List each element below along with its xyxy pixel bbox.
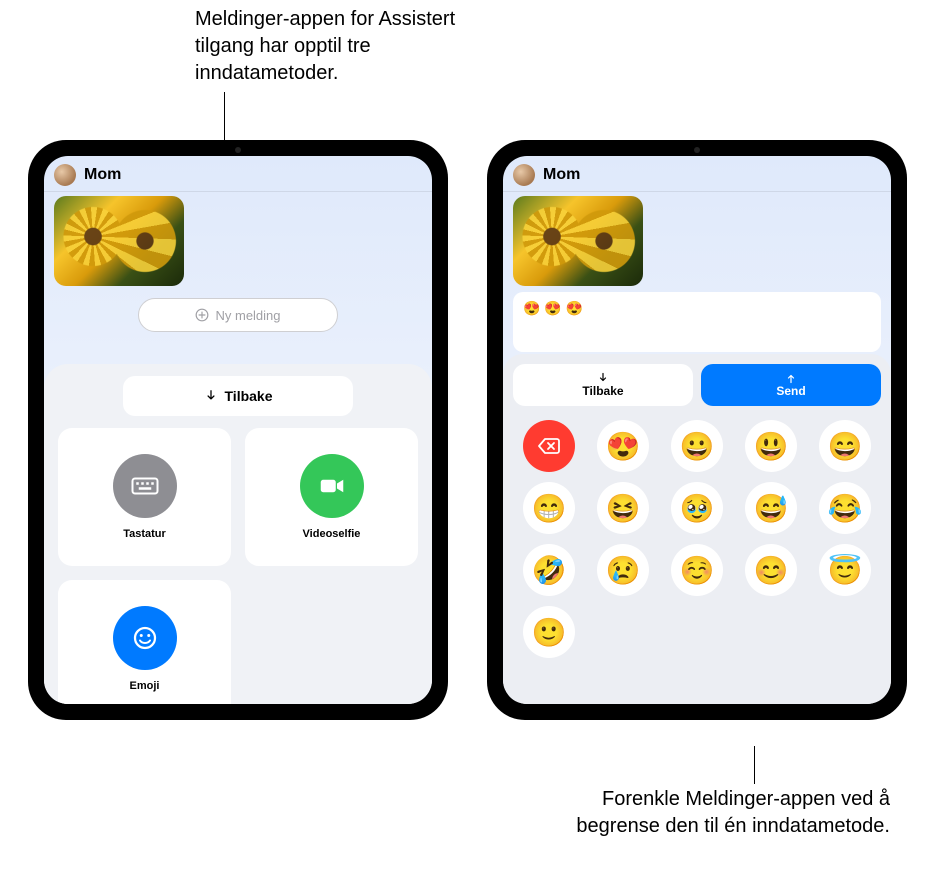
emoji-key[interactable]: 😃 <box>745 420 797 472</box>
send-label: Send <box>776 384 805 398</box>
ipad-left: Mom Ny melding Tilbake Tastatur <box>28 140 448 720</box>
emoji-key[interactable]: 😢 <box>597 544 649 596</box>
arrow-up-icon <box>785 372 797 384</box>
back-label: Tilbake <box>225 388 273 404</box>
callout-line-bottom <box>754 746 755 784</box>
avatar <box>513 164 535 186</box>
keyboard-label: Tastatur <box>123 528 166 540</box>
emoji-label: Emoji <box>130 680 160 692</box>
received-image-message[interactable] <box>54 196 184 286</box>
keyboard-input-card[interactable]: Tastatur <box>58 428 231 566</box>
screen-left: Mom Ny melding Tilbake Tastatur <box>44 156 432 704</box>
emoji-keyboard-panel: Tilbake Send 😍 😀 😃 😄 😁 😆 🥹 😅 <box>503 354 891 704</box>
emoji-key[interactable]: 😁 <box>523 482 575 534</box>
emoji-key[interactable]: 😂 <box>819 482 871 534</box>
back-button[interactable]: Tilbake <box>513 364 693 406</box>
ipad-right: Mom 😍 😍 😍 Tilbake Send 😍 <box>487 140 907 720</box>
emoji-key[interactable]: 😇 <box>819 544 871 596</box>
new-message-label: Ny melding <box>215 308 280 323</box>
callout-bottom: Forenkle Meldinger-appen ved å begrense … <box>550 786 890 840</box>
avatar <box>54 164 76 186</box>
arrow-down-icon <box>204 389 218 403</box>
emoji-key[interactable]: ☺️ <box>671 544 723 596</box>
emoji-key[interactable]: 🙂 <box>523 606 575 658</box>
video-icon <box>300 454 364 518</box>
input-method-grid: Tastatur Videoselfie Emoji <box>58 428 418 704</box>
input-panel: Tilbake Tastatur Videoselfie <box>44 364 432 704</box>
video-selfie-input-card[interactable]: Videoselfie <box>245 428 418 566</box>
delete-button[interactable] <box>523 420 575 472</box>
emoji-key[interactable]: 🥹 <box>671 482 723 534</box>
arrow-down-icon <box>597 372 609 384</box>
video-selfie-label: Videoselfie <box>303 528 361 540</box>
control-row: Tilbake Send <box>503 364 891 406</box>
emoji-icon <box>113 606 177 670</box>
emoji-key[interactable]: 😀 <box>671 420 723 472</box>
contact-name: Mom <box>84 166 121 184</box>
conversation-header: Mom <box>44 156 432 192</box>
plus-bubble-icon <box>195 308 209 322</box>
emoji-key[interactable]: 😅 <box>745 482 797 534</box>
compose-input[interactable]: 😍 😍 😍 <box>513 292 881 352</box>
callout-top: Meldinger-appen for Assistert tilgang ha… <box>195 6 515 87</box>
screen-right: Mom 😍 😍 😍 Tilbake Send 😍 <box>503 156 891 704</box>
emoji-key[interactable]: 😆 <box>597 482 649 534</box>
emoji-key[interactable]: 😊 <box>745 544 797 596</box>
compose-value: 😍 😍 😍 <box>523 300 583 317</box>
backspace-icon <box>537 434 561 458</box>
back-button[interactable]: Tilbake <box>123 376 353 416</box>
back-label: Tilbake <box>582 384 623 398</box>
keyboard-icon <box>113 454 177 518</box>
callout-line-top <box>224 92 225 140</box>
emoji-input-card[interactable]: Emoji <box>58 580 231 704</box>
emoji-grid: 😍 😀 😃 😄 😁 😆 🥹 😅 😂 🤣 😢 ☺️ 😊 😇 🙂 <box>503 414 891 672</box>
new-message-field[interactable]: Ny melding <box>138 298 338 332</box>
send-button[interactable]: Send <box>701 364 881 406</box>
received-image-message[interactable] <box>513 196 643 286</box>
emoji-key[interactable]: 😄 <box>819 420 871 472</box>
conversation-header: Mom <box>503 156 891 192</box>
emoji-key[interactable]: 😍 <box>597 420 649 472</box>
contact-name: Mom <box>543 166 580 184</box>
emoji-key[interactable]: 🤣 <box>523 544 575 596</box>
